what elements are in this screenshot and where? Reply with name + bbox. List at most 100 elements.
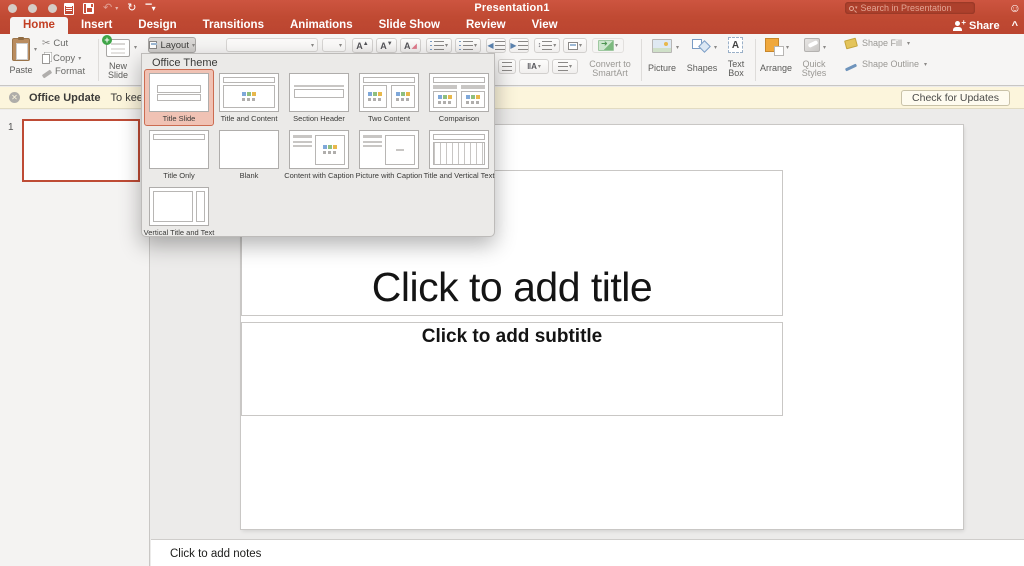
text-box-icon[interactable]: A (728, 37, 743, 53)
layout-thumbnail (289, 130, 349, 169)
format-painter-button[interactable]: Format (41, 66, 85, 79)
layout-option-label: Content with Caption (284, 171, 354, 180)
justify-button[interactable] (498, 59, 516, 74)
layout-option-two-content[interactable]: Two Content (354, 69, 424, 126)
shapes-button-label[interactable]: Shapes (684, 64, 720, 73)
layout-option-title-content[interactable]: Title and Content (214, 69, 284, 126)
layout-thumbnail (149, 187, 209, 226)
numbering-button[interactable]: ▾ (455, 38, 481, 53)
arrange-icon[interactable] (765, 38, 784, 56)
tab-view[interactable]: View (519, 17, 571, 34)
layout-option-comparison[interactable]: Comparison (424, 69, 494, 126)
cut-button[interactable]: ✂ Cut (42, 38, 68, 49)
notification-title: Office Update (29, 91, 101, 104)
quick-styles-button-label[interactable]: Quick Styles (796, 60, 832, 78)
picture-dropdown-icon[interactable]: ▾ (676, 44, 679, 51)
tab-animations[interactable]: Animations (277, 17, 366, 34)
layout-option-title-vertical[interactable]: Title and Vertical Text (424, 126, 494, 183)
layout-option-label: Two Content (367, 114, 411, 123)
paste-icon[interactable] (12, 37, 30, 61)
layout-thumbnail (149, 73, 209, 112)
shapes-icon[interactable] (692, 38, 712, 54)
title-placeholder-text: Click to add title (371, 264, 653, 310)
collapse-ribbon-icon[interactable]: ^ (1012, 20, 1018, 32)
slide-thumbnail[interactable] (22, 119, 140, 182)
tab-insert[interactable]: Insert (68, 17, 125, 34)
layout-option-section-header[interactable]: Section Header (284, 69, 354, 126)
shape-fill-icon (844, 37, 858, 50)
tab-transitions[interactable]: Transitions (190, 17, 277, 34)
layout-option-picture-caption[interactable]: Picture with Caption (354, 126, 424, 183)
layout-option-label: Blank (239, 171, 259, 180)
copy-button[interactable]: Copy ▾ (42, 52, 81, 64)
layout-option-title-slide[interactable]: Title Slide (144, 69, 214, 126)
text-direction-button[interactable]: ‖A ▾ (519, 59, 549, 74)
ribbon-tab-bar: Home Insert Design Transitions Animations Sli… (0, 17, 1024, 34)
smartart-icon (597, 39, 614, 51)
line-spacing-button[interactable]: ↕ ▾ (534, 38, 560, 53)
convert-smartart-label[interactable]: Convert to SmartArt (582, 60, 638, 78)
layout-option-label: Title Slide (162, 114, 196, 123)
share-person-icon (952, 18, 966, 31)
paste-dropdown-icon[interactable]: ▾ (34, 46, 37, 53)
shape-fill-button[interactable]: Shape Fill ▾ (844, 37, 910, 50)
layout-option-label: Title Only (163, 171, 195, 180)
close-notification-icon[interactable]: ✕ (9, 92, 20, 103)
share-area[interactable]: Share ^ (952, 17, 1018, 34)
tab-home[interactable]: Home (10, 17, 68, 34)
notes-pane[interactable]: Click to add notes (151, 539, 1024, 566)
title-bar: ↶ ▾ ↻ ▔▾ Presentation1 ▾ Search in Presen… (0, 0, 1024, 17)
shape-outline-button[interactable]: Shape Outline ▾ (844, 60, 927, 72)
powerpoint-window: ↶ ▾ ↻ ▔▾ Presentation1 ▾ Search in Presen… (0, 0, 1024, 566)
new-slide-button-label[interactable]: New Slide (100, 62, 136, 80)
decrease-indent-button[interactable]: ◀ (486, 38, 506, 53)
decrease-font-size-button[interactable]: A▼ (376, 38, 397, 53)
subtitle-placeholder[interactable]: Click to add subtitle (241, 322, 783, 416)
increase-indent-button[interactable]: ▶ (509, 38, 529, 53)
search-input[interactable]: ▾ Search in Presentation (845, 2, 975, 14)
tab-review[interactable]: Review (453, 17, 519, 34)
arrange-button-label[interactable]: Arrange (758, 64, 794, 73)
layout-option-title-only[interactable]: Title Only (144, 126, 214, 183)
layout-option-blank[interactable]: Blank (214, 126, 284, 183)
new-slide-dropdown-icon[interactable]: ▾ (134, 44, 137, 51)
feedback-smiley-icon[interactable]: ☺ (1009, 1, 1021, 15)
picture-icon[interactable] (652, 39, 672, 53)
layout-option-label: Title and Vertical Text (423, 171, 495, 180)
layout-menu-grid: Title Slide Title and Content Section Head… (144, 69, 494, 240)
tab-slide-show[interactable]: Slide Show (366, 17, 453, 34)
layout-thumbnail (429, 130, 489, 169)
layout-option-label: Picture with Caption (355, 171, 423, 180)
check-for-updates-button[interactable]: Check for Updates (901, 90, 1010, 106)
text-box-button-label[interactable]: Text Box (722, 60, 750, 78)
tab-design[interactable]: Design (125, 17, 189, 34)
layout-option-content-caption[interactable]: Content with Caption (284, 126, 354, 183)
bullets-button[interactable]: ▾ (426, 38, 452, 53)
layout-icon (149, 41, 158, 49)
convert-smartart-button[interactable]: ▾ (592, 38, 624, 53)
layout-thumbnail (219, 73, 279, 112)
layout-thumbnail (219, 130, 279, 169)
clear-formatting-button[interactable]: A ◢ (400, 38, 421, 53)
layout-button[interactable]: Layout ▾ (148, 37, 196, 53)
share-button[interactable]: Share (969, 20, 1000, 32)
increase-font-size-button[interactable]: A▲ (352, 38, 373, 53)
font-name-combo[interactable]: ▾ (226, 38, 318, 52)
layout-thumbnail (359, 73, 419, 112)
layout-option-label: Vertical Title and Text (143, 228, 215, 237)
layout-option-label: Title and Content (220, 114, 278, 123)
picture-button-label[interactable]: Picture (642, 64, 682, 73)
new-slide-icon[interactable]: + (102, 35, 130, 57)
quick-styles-dropdown-icon[interactable]: ▾ (823, 44, 826, 51)
slide-number: 1 (8, 122, 14, 133)
paste-button-label[interactable]: Paste (6, 66, 36, 75)
layout-option-vertical-title[interactable]: Vertical Title and Text (144, 183, 214, 240)
font-size-combo[interactable]: ▾ (322, 38, 346, 52)
shapes-dropdown-icon[interactable]: ▾ (714, 44, 717, 51)
arrange-dropdown-icon[interactable]: ▾ (786, 44, 789, 51)
align-text-button[interactable]: ▾ (552, 59, 578, 74)
search-icon (849, 5, 854, 11)
plus-icon: + (102, 35, 112, 45)
columns-button[interactable]: ▾ (563, 38, 587, 53)
quick-styles-icon[interactable] (804, 38, 820, 52)
